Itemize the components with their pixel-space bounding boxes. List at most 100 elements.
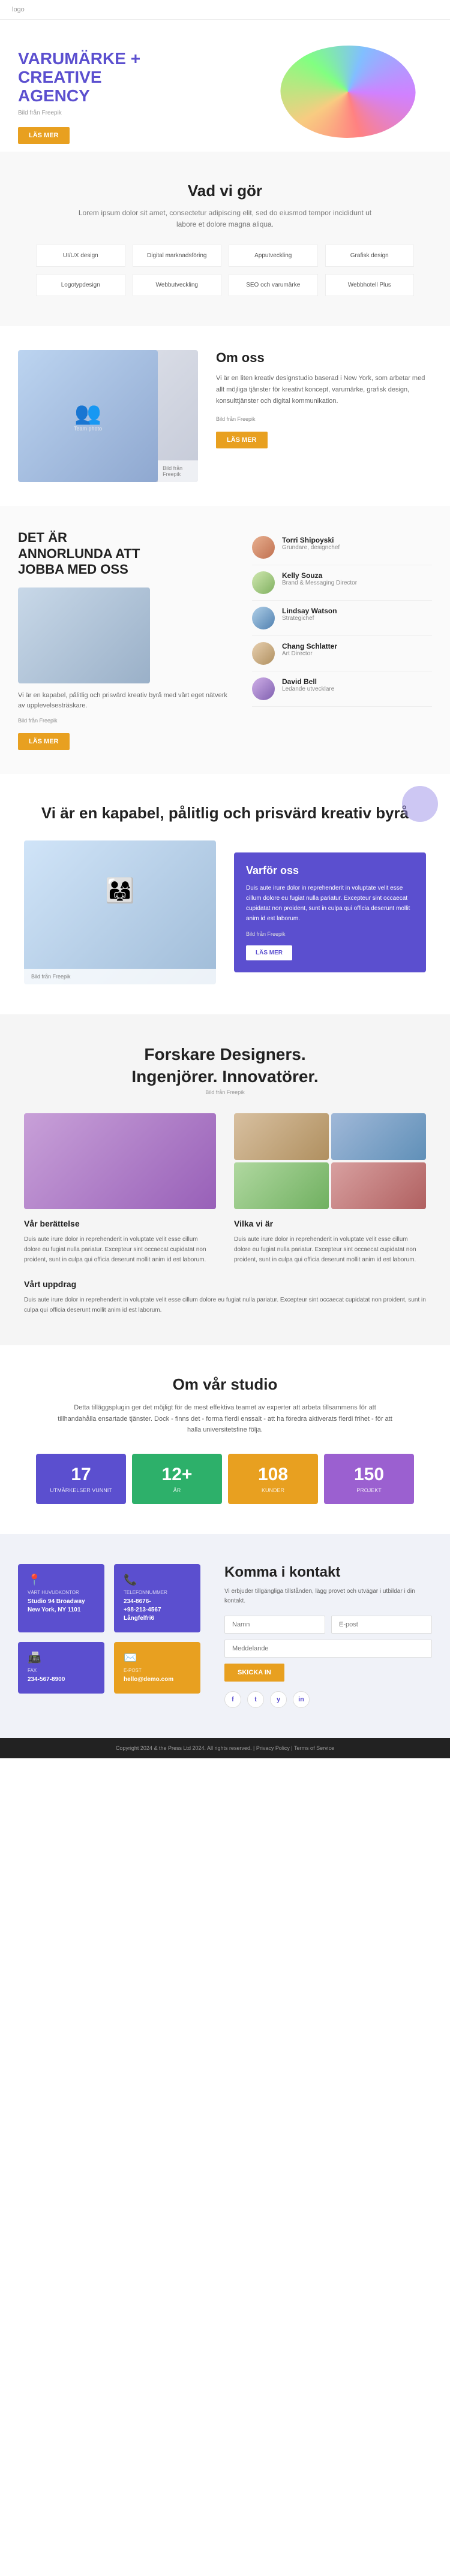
about-section: 👥 Team photo Bild från Freepik Om oss Vi… — [0, 326, 450, 506]
stat-projects: 150 PROJEKT — [324, 1454, 414, 1504]
hero-cta-button[interactable]: LÄS MER — [18, 127, 70, 144]
service-seo[interactable]: SEO och varumärke — [229, 274, 318, 296]
team-members-list: Torri Shipoyski Grundare, designchef Kel… — [252, 530, 432, 749]
researchers-image-tag: Bild från Freepik — [24, 1089, 426, 1095]
team-section-title: DET ÄRANNORLUNDA ATTJOBBA MED OSS — [18, 530, 234, 577]
member-4-role: Art Director — [282, 650, 337, 657]
stat-clients: 108 KUNDER — [228, 1454, 318, 1504]
hero-section: VARUMÄRKE +CREATIVEAGENCY Bild från Free… — [0, 20, 450, 152]
contact-name-input[interactable] — [224, 1616, 325, 1634]
researchers-line2: Ingenjörer. Innovatörer. — [24, 1066, 426, 1087]
service-logo[interactable]: Logotypdesign — [36, 274, 125, 296]
phone-label: TELEFONNUMMER — [124, 1590, 191, 1595]
nav-logo: logo — [12, 6, 25, 13]
address-label: VÅRT HUVUDKONTOR — [28, 1590, 95, 1595]
service-app[interactable]: Apputveckling — [229, 245, 318, 267]
contact-name-row — [224, 1616, 432, 1634]
stat-years-number: 12+ — [138, 1465, 216, 1485]
team-member-3: Lindsay Watson Strategichef — [252, 601, 432, 636]
member-1-role: Grundare, designchef — [282, 544, 340, 551]
why-box-tag: Bild från Freepik — [246, 931, 414, 937]
gallery-img-2 — [331, 1113, 426, 1160]
about-image-tag: Bild från Freepik — [216, 416, 432, 422]
about-cta-button[interactable]: LÄS MER — [216, 432, 268, 448]
address-value: Studio 94 BroadwayNew York, NY 1101 — [28, 1598, 95, 1614]
member-2-name: Kelly Souza — [282, 571, 357, 580]
service-digital[interactable]: Digital marknadsföring — [133, 245, 222, 267]
contact-info-col: 📍 VÅRT HUVUDKONTOR Studio 94 BroadwayNew… — [18, 1564, 200, 1708]
who-we-are-body: Duis aute irure dolor in reprehenderit i… — [234, 1234, 426, 1265]
why-content: Bild från Freepik 👨‍👩‍👧 Varför oss Duis … — [24, 840, 426, 984]
gallery-img-1 — [234, 1113, 329, 1160]
our-story-body: Duis aute irure dolor in reprehenderit i… — [24, 1234, 216, 1265]
our-mission-body: Duis aute irure dolor in reprehenderit i… — [24, 1295, 426, 1315]
youtube-icon[interactable]: y — [270, 1691, 287, 1708]
about-content: Om oss Vi är en liten kreativ designstud… — [216, 350, 432, 482]
twitter-icon[interactable]: t — [247, 1691, 264, 1708]
service-webhost[interactable]: Webbhotell Plus — [325, 274, 415, 296]
what-we-do-section: Vad vi gör Lorem ipsum dolor sit amet, c… — [0, 152, 450, 326]
avatar-kelly — [252, 571, 275, 594]
contact-email-input[interactable] — [331, 1616, 432, 1634]
about-title: Om oss — [216, 350, 432, 366]
services-grid: UI/UX design Digital marknadsföring Appu… — [36, 245, 414, 296]
decorative-circle — [402, 786, 438, 822]
service-ux-ui[interactable]: UI/UX design — [36, 245, 125, 267]
info-email: ✉️ E-POST hello@demo.com — [114, 1642, 200, 1694]
linkedin-icon[interactable]: in — [293, 1691, 310, 1708]
team-image-tag: Bild från Freepik — [18, 718, 234, 724]
avatar-david — [252, 677, 275, 700]
team-left-col: DET ÄRANNORLUNDA ATTJOBBA MED OSS Vi är … — [18, 530, 234, 749]
fax-label: FAX — [28, 1668, 95, 1673]
member-3-info: Lindsay Watson Strategichef — [282, 607, 337, 622]
team-cta-button[interactable]: LÄS MER — [18, 733, 70, 750]
avatar-chang — [252, 642, 275, 665]
hero-content: VARUMÄRKE +CREATIVEAGENCY Bild från Free… — [18, 38, 264, 144]
member-1-info: Torri Shipoyski Grundare, designchef — [282, 536, 340, 551]
member-3-role: Strategichef — [282, 615, 337, 622]
phone-icon: 📞 — [124, 1574, 191, 1586]
footer-text: Copyright 2024 & the Press Ltd 2024. All… — [116, 1745, 334, 1751]
studio-title: Om vår studio — [36, 1375, 414, 1394]
why-image-placeholder: 👨‍👩‍👧 — [24, 840, 216, 941]
fax-value: 234-567-8900 — [28, 1676, 95, 1684]
stat-years-label: ÅR — [138, 1487, 216, 1493]
contact-inner: 📍 VÅRT HUVUDKONTOR Studio 94 BroadwayNew… — [18, 1564, 432, 1708]
contact-message-input[interactable] — [224, 1640, 432, 1658]
service-web[interactable]: Webbutveckling — [133, 274, 222, 296]
stat-clients-label: KUNDER — [234, 1487, 312, 1493]
why-image-label: Bild från Freepik — [24, 969, 216, 984]
member-2-info: Kelly Souza Brand & Messaging Director — [282, 571, 357, 586]
info-address: 📍 VÅRT HUVUDKONTOR Studio 94 BroadwayNew… — [18, 1564, 104, 1632]
about-image: 👥 Team photo Bild från Freepik — [18, 350, 198, 482]
why-box: Varför oss Duis aute irure dolor in repr… — [234, 852, 426, 972]
phone-value: 234-8676-+98-213-4567Långfelfri6 — [124, 1598, 191, 1623]
fax-icon: 📠 — [28, 1652, 95, 1664]
researchers-who-col: Vilka vi är Duis aute irure dolor in rep… — [234, 1113, 426, 1265]
facebook-icon[interactable]: f — [224, 1691, 241, 1708]
footer: Copyright 2024 & the Press Ltd 2024. All… — [0, 1738, 450, 1758]
member-5-role: Ledande utvecklare — [282, 686, 334, 692]
why-main-title: Vi är en kapabel, pålitlig och prisvärd … — [24, 804, 426, 822]
what-body: Lorem ipsum dolor sit amet, consectetur … — [75, 207, 375, 230]
brush-stroke-graphic — [272, 28, 424, 155]
contact-submit-button[interactable]: SKICKA IN — [224, 1664, 284, 1682]
hero-subtitle: Bild från Freepik — [18, 110, 264, 116]
member-3-name: Lindsay Watson — [282, 607, 337, 615]
studio-section: Om vår studio Detta tilläggsplugin ger d… — [0, 1345, 450, 1534]
member-5-name: David Bell — [282, 677, 334, 686]
avatar-lindsay — [252, 607, 275, 629]
member-1-name: Torri Shipoyski — [282, 536, 340, 544]
our-mission-title: Vårt uppdrag — [24, 1279, 426, 1289]
stat-projects-label: PROJEKT — [330, 1487, 408, 1493]
gallery-img-3 — [234, 1162, 329, 1209]
about-image-label: Bild från Freepik — [158, 460, 198, 482]
why-cta-button[interactable]: LÄS MER — [246, 945, 292, 960]
our-story-title: Vår berättelse — [24, 1219, 216, 1228]
researchers-line1: Forskare Designers. — [24, 1044, 426, 1065]
info-fax: 📠 FAX 234-567-8900 — [18, 1642, 104, 1694]
why-box-body: Duis aute irure dolor in reprehenderit i… — [246, 883, 414, 924]
researchers-story-col: Vår berättelse Duis aute irure dolor in … — [24, 1113, 216, 1265]
social-links: f t y in — [224, 1691, 432, 1708]
service-graphic[interactable]: Grafisk design — [325, 245, 415, 267]
